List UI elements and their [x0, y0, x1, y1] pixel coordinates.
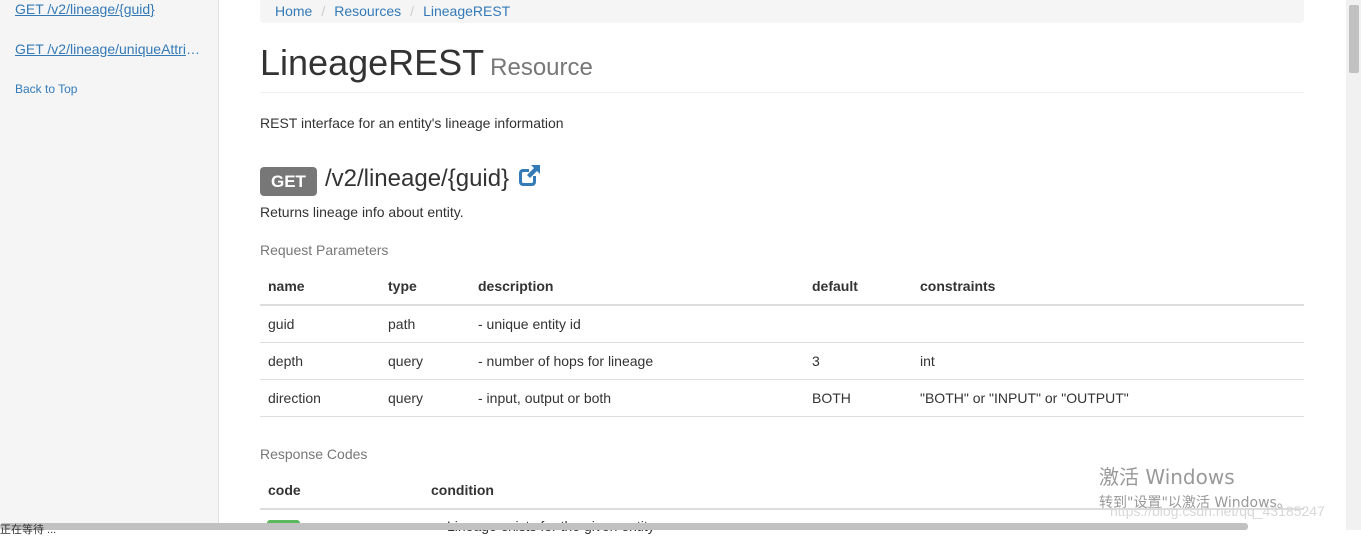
breadcrumb-separator: /	[321, 2, 326, 19]
breadcrumb: Home / Resources / LineageREST	[260, 0, 1304, 23]
activation-watermark-title: 激活 Windows	[1099, 465, 1235, 489]
cell-name: direction	[260, 379, 380, 417]
breadcrumb-resources[interactable]: Resources	[334, 3, 401, 19]
request-parameters-table: name type description default constraint…	[260, 268, 1304, 417]
table-row: direction query - input, output or both …	[260, 379, 1304, 417]
url-watermark: https://blog.csdn.net/qq_43185247	[1110, 503, 1325, 519]
column-header-description: description	[470, 268, 804, 306]
sidebar-link-get-lineage-unique-attribute[interactable]: GET /v2/lineage/uniqueAttribute/type/{ty…	[15, 41, 205, 57]
column-header-code: code	[260, 472, 423, 510]
cell-type: query	[380, 342, 470, 380]
page-header: LineageREST Resource	[260, 41, 1304, 93]
sidebar-link-get-lineage-guid[interactable]: GET /v2/lineage/{guid}	[15, 1, 205, 17]
page-subtitle: Resource	[490, 54, 593, 81]
back-to-top-link[interactable]: Back to Top	[15, 82, 205, 96]
page-title-text: LineageREST	[260, 42, 485, 83]
endpoint-path: /v2/lineage/{guid}	[324, 165, 510, 192]
table-row: depth query - number of hops for lineage…	[260, 342, 1304, 380]
cell-default: 3	[804, 342, 912, 380]
sidebar: GET /v2/lineage/{guid} GET /v2/lineage/u…	[0, 0, 219, 530]
cell-default: BOTH	[804, 379, 912, 417]
vertical-scrollbar-thumb[interactable]	[1349, 5, 1359, 73]
cell-default	[804, 305, 912, 343]
cell-name: guid	[260, 305, 380, 343]
column-header-constraints: constraints	[912, 268, 1304, 306]
endpoint-heading: GET /v2/lineage/{guid}	[260, 162, 542, 196]
cell-constraints: "BOTH" or "INPUT" or "OUTPUT"	[912, 379, 1304, 417]
cell-constraints	[912, 305, 1304, 343]
external-link-icon[interactable]	[517, 164, 542, 188]
response-codes-title: Response Codes	[260, 446, 368, 462]
vertical-scrollbar[interactable]	[1346, 0, 1361, 530]
cell-description: - input, output or both	[470, 379, 804, 417]
page-title: LineageREST Resource	[260, 41, 1304, 90]
request-parameters-title: Request Parameters	[260, 242, 389, 258]
breadcrumb-lineagerest[interactable]: LineageREST	[423, 3, 510, 19]
cell-type: query	[380, 379, 470, 417]
cell-constraints: int	[912, 342, 1304, 380]
column-header-default: default	[804, 268, 912, 306]
table-row: guid path - unique entity id	[260, 305, 1304, 343]
horizontal-scrollbar[interactable]	[0, 523, 1248, 530]
cell-name: depth	[260, 342, 380, 380]
method-badge: GET	[260, 166, 317, 196]
cell-description: - unique entity id	[470, 305, 804, 343]
resource-description: REST interface for an entity's lineage i…	[260, 115, 564, 131]
column-header-name: name	[260, 268, 380, 306]
status-bar-text: 正在等待 ...	[0, 524, 57, 536]
cell-type: path	[380, 305, 470, 343]
endpoint-description: Returns lineage info about entity.	[260, 204, 464, 220]
table-header-row: name type description default constraint…	[260, 268, 1304, 306]
column-header-type: type	[380, 268, 470, 306]
breadcrumb-separator: /	[410, 2, 415, 19]
cell-description: - number of hops for lineage	[470, 342, 804, 380]
breadcrumb-home[interactable]: Home	[275, 3, 312, 19]
